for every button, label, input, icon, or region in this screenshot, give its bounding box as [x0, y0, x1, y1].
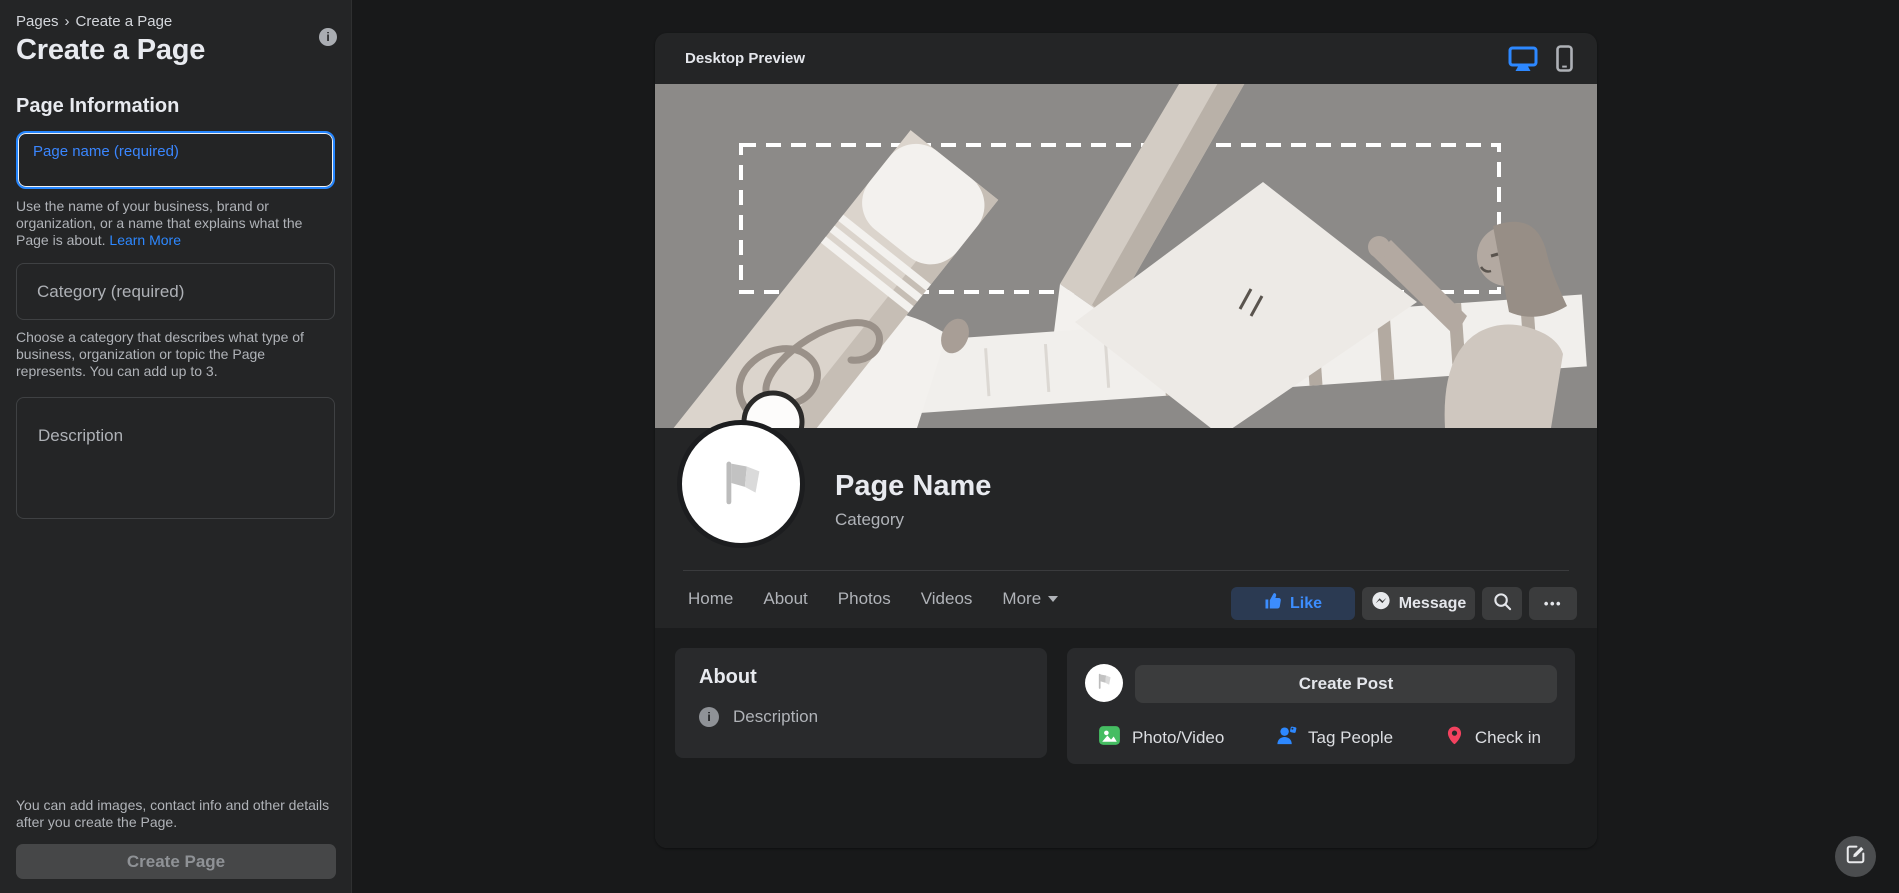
tag-people-action[interactable]: Tag People: [1275, 724, 1393, 752]
create-page-screen: Pages › Create a Page Create a Page i Pa…: [0, 0, 1899, 893]
breadcrumb: Pages › Create a Page: [16, 13, 335, 30]
cover-illustration: [655, 84, 1597, 428]
ellipsis-icon: •••: [1543, 596, 1563, 611]
check-in-label: Check in: [1474, 728, 1541, 747]
messenger-icon: [1371, 591, 1391, 616]
message-label: Message: [1398, 594, 1467, 612]
breadcrumb-separator: ›: [64, 13, 70, 30]
info-icon: i: [699, 707, 719, 727]
message-button[interactable]: Message: [1362, 587, 1475, 620]
tab-home[interactable]: Home: [688, 589, 733, 609]
edit-pencil-icon: [1845, 843, 1867, 870]
chevron-down-icon: [1048, 596, 1059, 602]
photo-video-action[interactable]: Photo/Video: [1097, 723, 1224, 753]
create-post-card: Create Post Photo/Video Tag People Check…: [1067, 648, 1575, 764]
edit-fab-button[interactable]: [1835, 836, 1876, 877]
page-body-section: About i Description Create Post Photo/Vi…: [655, 628, 1597, 848]
tab-more[interactable]: More: [1002, 589, 1059, 609]
like-label: Like: [1289, 594, 1322, 612]
create-post-field[interactable]: Create Post: [1135, 665, 1557, 703]
tag-people-label: Tag People: [1308, 728, 1394, 747]
composer-actions: Photo/Video Tag People Check in: [1067, 720, 1575, 756]
create-page-button[interactable]: Create Page: [16, 844, 336, 879]
page-tabs: Home About Photos Videos More: [688, 578, 1059, 620]
about-card: About i Description: [675, 648, 1047, 758]
page-name-label: Page name (required): [33, 143, 179, 160]
breadcrumb-pages[interactable]: Pages: [16, 13, 59, 30]
photo-video-label: Photo/Video: [1132, 728, 1225, 747]
photo-icon: [1097, 723, 1122, 753]
flag-icon: [710, 451, 772, 518]
preview-card: Desktop Preview Page Name Category Home …: [655, 33, 1597, 848]
search-icon: [1493, 592, 1512, 616]
about-description-label: Description: [733, 707, 819, 726]
section-heading: Page Information: [16, 95, 180, 117]
description-label: Description: [38, 426, 124, 445]
learn-more-link[interactable]: Learn More: [109, 232, 181, 248]
description-textarea[interactable]: Description: [16, 397, 335, 519]
flag-icon: [1093, 670, 1115, 697]
tag-people-icon: [1275, 724, 1298, 752]
tabs-divider: [683, 570, 1569, 571]
tab-about[interactable]: About: [763, 589, 807, 609]
about-title: About: [699, 666, 757, 688]
thumbs-up-icon: [1264, 592, 1282, 615]
preview-page-category: Category: [835, 510, 904, 529]
category-helper: Choose a category that describes what ty…: [16, 329, 304, 379]
more-options-button[interactable]: •••: [1529, 587, 1577, 620]
page-name-helper: Use the name of your business, brand or …: [16, 198, 338, 249]
footer-note: You can add images, contact info and oth…: [16, 797, 330, 830]
tab-more-label: More: [1002, 589, 1042, 608]
location-pin-icon: [1444, 725, 1465, 751]
preview-title: Desktop Preview: [685, 50, 806, 67]
page-action-buttons: Like Message •••: [1231, 587, 1577, 620]
breadcrumb-current: Create a Page: [75, 13, 173, 30]
composer-avatar: [1085, 664, 1123, 702]
tab-videos[interactable]: Videos: [921, 589, 973, 609]
tab-photos[interactable]: Photos: [838, 589, 891, 609]
info-icon[interactable]: i: [319, 28, 337, 46]
desktop-preview-icon[interactable]: [1508, 46, 1538, 72]
like-button[interactable]: Like: [1231, 587, 1355, 620]
preview-header: Desktop Preview: [655, 33, 1597, 84]
page-name-input[interactable]: Page name (required): [16, 131, 335, 189]
search-button[interactable]: [1482, 587, 1522, 620]
check-in-action[interactable]: Check in: [1444, 725, 1541, 751]
page-title: Create a Page: [16, 34, 206, 66]
category-input[interactable]: Category (required): [16, 263, 335, 320]
category-label: Category (required): [37, 281, 185, 301]
preview-page-name: Page Name: [835, 470, 992, 502]
about-description-row: i Description: [699, 707, 1023, 727]
mobile-preview-icon[interactable]: [1556, 45, 1573, 72]
page-avatar: [677, 420, 805, 548]
create-page-sidebar: Pages › Create a Page Create a Page i Pa…: [0, 0, 352, 893]
